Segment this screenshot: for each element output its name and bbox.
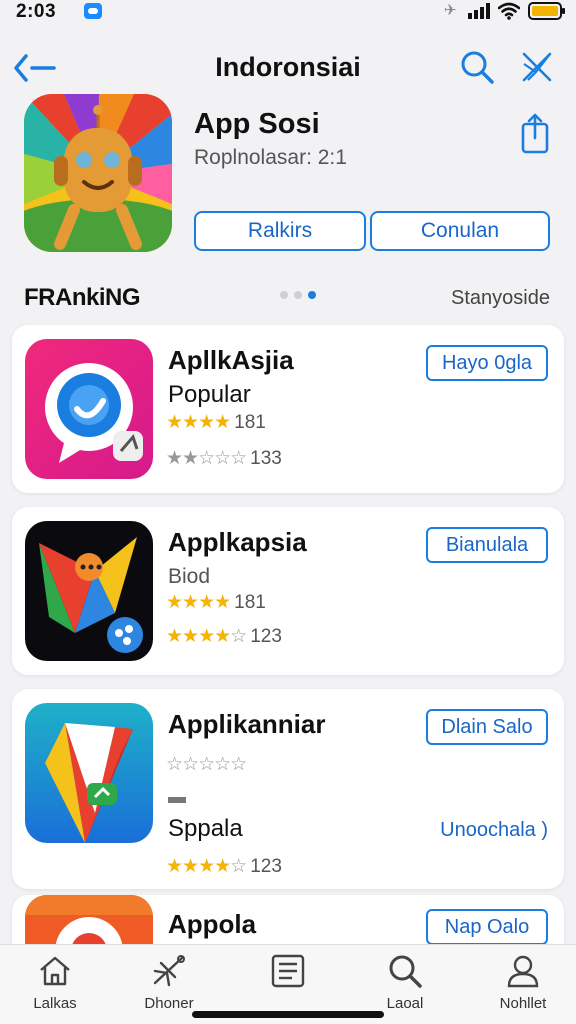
- rating-top: ☆☆☆☆☆: [166, 754, 247, 775]
- tab-home[interactable]: Lalkas: [10, 953, 100, 1012]
- app-name: ApllkAsjia: [168, 345, 294, 375]
- home-icon: [40, 956, 70, 986]
- continue-button[interactable]: Conulan: [370, 211, 550, 251]
- get-button[interactable]: Dlain Salo: [426, 709, 548, 745]
- chat-app-icon: [25, 339, 153, 479]
- featured-app-icon[interactable]: [24, 94, 172, 252]
- rating-top-label: 181: [234, 592, 266, 613]
- wifi-icon: [498, 2, 520, 20]
- get-button[interactable]: Bianulala: [426, 527, 548, 563]
- do-not-disturb-icon: ✈: [444, 2, 457, 19]
- see-all-link[interactable]: Stanyoside: [451, 287, 550, 310]
- search-icon[interactable]: [458, 48, 496, 86]
- rating-count: 133: [250, 448, 282, 469]
- tab-profile[interactable]: Nohllet: [478, 953, 568, 1012]
- page-indicator[interactable]: [280, 291, 316, 299]
- signal-icon: [468, 3, 490, 19]
- divider-mark: [168, 797, 186, 803]
- section-title: FRAnkiNG: [24, 284, 141, 311]
- featured-app-name: App Sosi: [194, 108, 320, 140]
- tab-documents[interactable]: [243, 953, 333, 995]
- rating-bottom: ★★★★☆ 123: [166, 856, 282, 877]
- status-time: 2:03: [16, 1, 57, 22]
- tab-label: Nohllet: [499, 995, 547, 1012]
- ranking-button[interactable]: Ralkirs: [194, 211, 366, 251]
- person-icon: [507, 955, 539, 988]
- tab-travel[interactable]: Dhoner: [124, 953, 214, 1012]
- rating-top: ★★★★ 181: [166, 412, 266, 433]
- app-category: Biod: [168, 565, 211, 588]
- app-category: Popular: [168, 381, 251, 408]
- home-indicator: [192, 1011, 384, 1018]
- tab-search[interactable]: Laoal: [360, 953, 450, 1012]
- get-button[interactable]: Hayo 0gla: [426, 345, 548, 381]
- tab-label: Dhoner: [144, 995, 194, 1012]
- tab-label: Lalkas: [33, 995, 77, 1012]
- app-name: Applkapsia: [168, 527, 307, 557]
- app-name: Applikanniar: [168, 709, 326, 739]
- document-icon: [271, 954, 305, 988]
- rating-count: 123: [250, 856, 282, 877]
- close-icon[interactable]: [518, 48, 556, 86]
- rating-top: ★★★★ 181: [166, 592, 266, 613]
- update-link[interactable]: Unoochala ): [440, 819, 548, 842]
- rating-bottom: ★★☆☆☆ 133: [166, 448, 282, 469]
- tab-label: Laoal: [386, 995, 424, 1012]
- maps-app-icon: [25, 521, 153, 661]
- share-icon[interactable]: [518, 112, 552, 156]
- search-icon: [389, 955, 422, 988]
- battery-icon: [528, 2, 565, 20]
- app-list-item[interactable]: ApllkAsjia Popular ★★★★ 181 ★★☆☆☆ 133 Hayo…: [12, 325, 564, 493]
- rating-count: 123: [250, 626, 282, 647]
- slides-app-icon: [25, 703, 153, 843]
- featured-app-subtitle: Roplnolasar: 2:1: [194, 146, 347, 169]
- status-bar: 2:03 ✈: [0, 0, 576, 28]
- plane-icon: [153, 955, 185, 987]
- app-list-item[interactable]: Applkapsia Biod ★★★★ 181 ★★★★☆ 123 Bianula…: [12, 507, 564, 675]
- cloud-icon: [84, 3, 102, 19]
- rating-bottom: ★★★★☆ 123: [166, 626, 282, 647]
- navigation-bar: Indoronsiai: [0, 40, 576, 96]
- app-name: Appola: [168, 909, 257, 939]
- get-button[interactable]: Nap Oalo: [426, 909, 548, 945]
- app-list-item[interactable]: Applikanniar ☆☆☆☆☆ Sppala ★★★★☆ 123 Dlain…: [12, 689, 564, 889]
- app-category: Sppala: [168, 815, 243, 842]
- rating-top-label: 181: [234, 412, 266, 433]
